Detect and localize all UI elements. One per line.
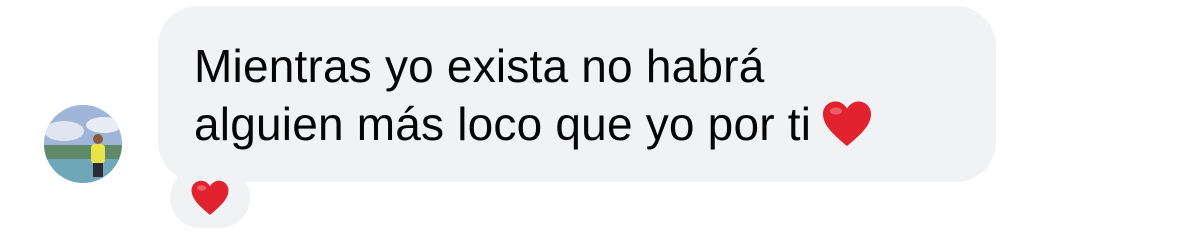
- message-line-2: alguien más loco que yo por ti: [194, 95, 960, 153]
- red-heart-icon: [821, 100, 873, 148]
- sender-avatar[interactable]: [44, 105, 122, 183]
- message-line-2-text: alguien más loco que yo por ti: [194, 98, 812, 150]
- avatar-photo: [44, 105, 122, 183]
- red-heart-icon: [191, 180, 229, 215]
- message-bubble[interactable]: Mientras yo exista no habrá alguien más …: [158, 6, 996, 182]
- message-line-1: Mientras yo exista no habrá: [194, 40, 765, 92]
- reaction-badge[interactable]: [170, 168, 250, 228]
